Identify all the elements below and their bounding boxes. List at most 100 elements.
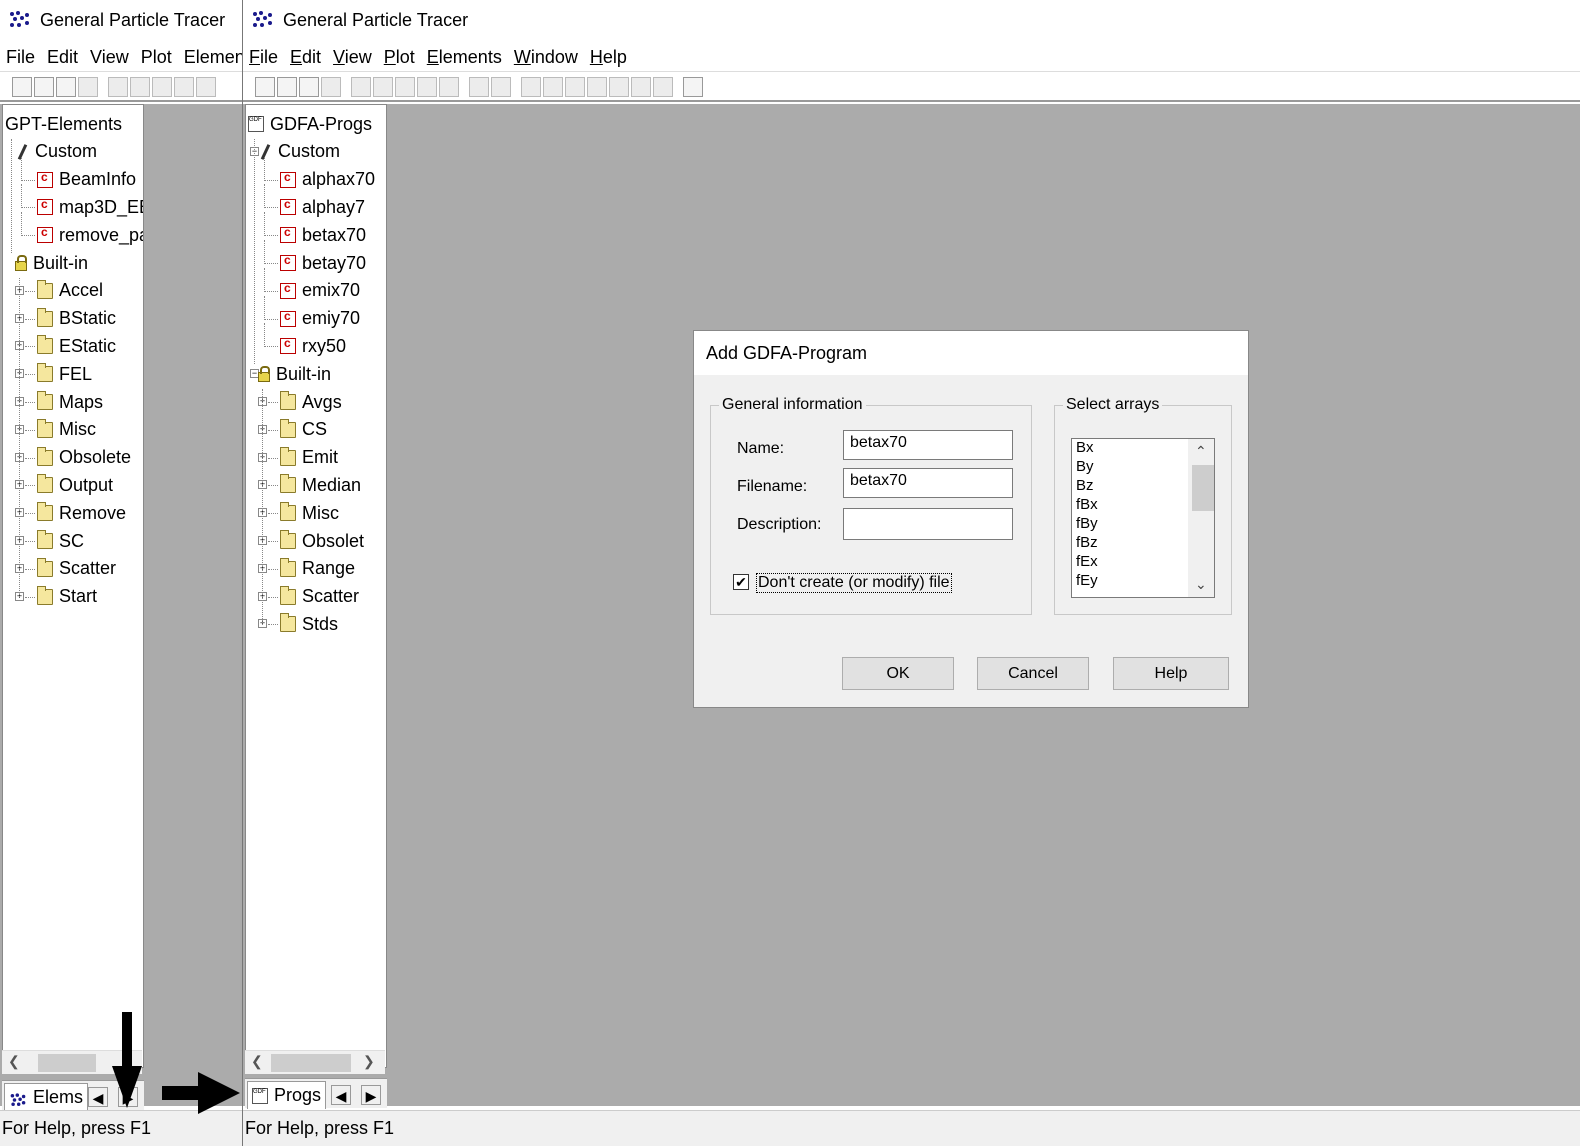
particles-icon[interactable] <box>469 77 489 97</box>
new-icon[interactable] <box>255 77 275 97</box>
prev-icon[interactable] <box>609 77 629 97</box>
menu-edit[interactable]: Edit <box>41 47 84 68</box>
gdf-plot-icon[interactable] <box>521 77 541 97</box>
tree-folder-bstatic[interactable]: BStatic <box>37 306 116 332</box>
tree-folder-emit[interactable]: Emit <box>280 445 338 471</box>
tab-progs[interactable]: Progs <box>247 1081 327 1109</box>
save-icon[interactable] <box>299 77 319 97</box>
scroll-down-icon[interactable]: ⌄ <box>1195 576 1207 593</box>
tree-node-builtin[interactable]: Built-in <box>258 361 331 387</box>
tree-node-custom[interactable]: Custom <box>15 139 97 165</box>
tree-item-betax70[interactable]: betax70 <box>280 222 366 248</box>
tree-folder-misc[interactable]: Misc <box>280 500 339 526</box>
tree-node-custom[interactable]: Custom <box>258 139 340 165</box>
menu-edit[interactable]: Edit <box>284 47 327 68</box>
menu-view[interactable]: View <box>327 47 378 68</box>
open-icon[interactable] <box>34 77 54 97</box>
tree-folder-stds[interactable]: Stds <box>280 611 338 637</box>
arrays-listbox[interactable]: Bx By Bz fBx fBy fBz fEx fEy ⌃ ⌄ <box>1071 438 1215 598</box>
tree-node-builtin[interactable]: Built-in <box>15 250 88 276</box>
properties-icon[interactable] <box>439 77 459 97</box>
tree-folder-range[interactable]: Range <box>280 556 355 582</box>
tree-item-beaminfo[interactable]: BeamInfo <box>37 167 136 193</box>
tree-root[interactable]: GPT-Elements <box>5 111 122 137</box>
scroll-thumb[interactable] <box>271 1054 351 1072</box>
tab-elems[interactable]: Elems <box>4 1083 89 1111</box>
menu-window[interactable]: Window <box>508 47 584 68</box>
tree-item-emiy70[interactable]: emiy70 <box>280 306 360 332</box>
description-field[interactable] <box>843 508 1013 540</box>
stop-icon[interactable] <box>491 77 511 97</box>
scroll-left-icon[interactable]: ❮ <box>251 1053 263 1070</box>
menu-file[interactable]: File <box>243 47 284 68</box>
scroll-right-icon[interactable]: ❯ <box>363 1053 375 1070</box>
tree-folder-estatic[interactable]: EStatic <box>37 333 116 359</box>
tree-folder-scatter[interactable]: Scatter <box>37 556 116 582</box>
tree-folder-start[interactable]: Start <box>37 584 97 610</box>
name-field[interactable]: betax70 <box>843 430 1013 460</box>
tree-folder-scatter[interactable]: Scatter <box>280 584 359 610</box>
tab-prev-icon[interactable]: ◀ <box>88 1087 108 1107</box>
menu-plot[interactable]: Plot <box>378 47 421 68</box>
tree-root[interactable]: GDFA-Progs <box>248 111 372 137</box>
tab-prev-icon[interactable]: ◀ <box>331 1085 351 1105</box>
menu-file[interactable]: File <box>0 47 41 68</box>
tree-item-remove-pa[interactable]: remove_pa <box>37 222 143 248</box>
scroll-thumb[interactable] <box>38 1054 96 1072</box>
tree-folder-fel[interactable]: FEL <box>37 361 92 387</box>
menu-elemen[interactable]: Elemen <box>178 47 242 68</box>
scroll-up-icon[interactable]: ⌃ <box>1195 443 1207 460</box>
print-icon[interactable] <box>78 77 98 97</box>
scroll-thumb[interactable] <box>1192 465 1214 511</box>
tree-folder-obsolet[interactable]: Obsolet <box>280 528 364 554</box>
tree-folder-cs[interactable]: CS <box>280 417 327 443</box>
print-icon[interactable] <box>321 77 341 97</box>
first-icon[interactable] <box>587 77 607 97</box>
tree-item-alphay7[interactable]: alphay7 <box>280 194 365 220</box>
tree-item-emix70[interactable]: emix70 <box>280 278 360 304</box>
menu-view[interactable]: View <box>84 47 135 68</box>
help-button[interactable]: Help <box>1113 657 1229 690</box>
tree-item-map3d-eb[interactable]: map3D_EB <box>37 194 143 220</box>
new-icon[interactable] <box>12 77 32 97</box>
menu-plot[interactable]: Plot <box>135 47 178 68</box>
tree-folder-output[interactable]: Output <box>37 472 113 498</box>
next-icon[interactable] <box>631 77 651 97</box>
dont-create-label[interactable]: Don't create (or modify) file <box>756 573 952 593</box>
gdf-open-icon[interactable] <box>543 77 563 97</box>
tree-folder-avgs[interactable]: Avgs <box>280 389 342 415</box>
tree-folder-median[interactable]: Median <box>280 472 361 498</box>
paste-icon[interactable] <box>152 77 172 97</box>
tab-next-icon[interactable]: ▶ <box>361 1085 381 1105</box>
grid-icon[interactable] <box>417 77 437 97</box>
tree-folder-accel[interactable]: Accel <box>37 278 103 304</box>
ok-button[interactable]: OK <box>842 657 954 690</box>
filename-field[interactable]: betax70 <box>843 468 1013 498</box>
tree-item-rxy50[interactable]: rxy50 <box>280 333 346 359</box>
context-help-icon[interactable] <box>683 77 703 97</box>
tree-folder-sc[interactable]: SC <box>37 528 84 554</box>
elements-tree[interactable]: GPT-Elements Custom BeamInfo map3D_EBremove… <box>2 104 144 1068</box>
listbox-scrollbar[interactable]: ⌃ ⌄ <box>1188 439 1214 597</box>
menu-help[interactable]: Help <box>584 47 633 68</box>
copy-icon[interactable] <box>130 77 150 97</box>
grid-icon[interactable] <box>174 77 194 97</box>
horizontal-scrollbar[interactable]: ❮ ❯ <box>245 1050 385 1074</box>
tree-folder-remove[interactable]: Remove <box>37 500 126 526</box>
save-icon[interactable] <box>56 77 76 97</box>
tree-folder-obsolete[interactable]: Obsolete <box>37 445 131 471</box>
cut-icon[interactable] <box>351 77 371 97</box>
cut-icon[interactable] <box>108 77 128 97</box>
tree-folder-maps[interactable]: Maps <box>37 389 103 415</box>
dont-create-checkbox[interactable]: ✔ <box>733 574 749 590</box>
tree-item-alphax70[interactable]: alphax70 <box>280 167 375 193</box>
programs-tree[interactable]: GDFA-Progs−Customalphax70alphay7betax70b… <box>245 104 387 1068</box>
tree-folder-misc[interactable]: Misc <box>37 417 96 443</box>
properties-icon[interactable] <box>196 77 216 97</box>
copy-icon[interactable] <box>373 77 393 97</box>
open-icon[interactable] <box>277 77 297 97</box>
scroll-left-icon[interactable]: ❮ <box>8 1053 20 1070</box>
gdf-settings-icon[interactable] <box>565 77 585 97</box>
cancel-button[interactable]: Cancel <box>977 657 1089 690</box>
paste-icon[interactable] <box>395 77 415 97</box>
